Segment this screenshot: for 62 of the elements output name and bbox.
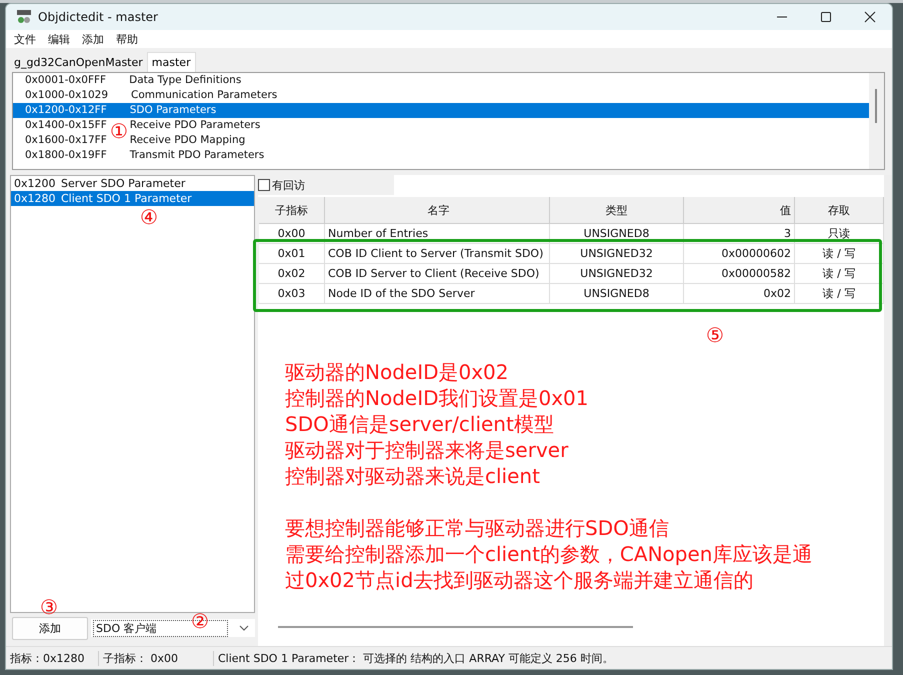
status-text: Client SDO 1 Parameter： 可选择的 结构的入口 ARRAY 可能定义 256 时间。 [217,650,614,666]
table-cell: 读 / 写 [795,244,884,264]
list-cell[interactable]: 0x1600-0x17FF [25,133,107,148]
column-header[interactable]: 类型 [550,197,684,224]
list-cell[interactable]: Receive PDO Parameters [130,118,869,133]
table-cell: 0x01 [259,244,325,264]
status-text: 指标：0x1280 [6,650,99,666]
circled-number: ④ [140,206,158,228]
scrollbar[interactable] [278,626,633,628]
table-cell: COB ID Client to Server (Transmit SDO) [325,244,550,264]
table-cell: 0x02 [259,264,325,284]
menu-item[interactable]: 编辑 [48,32,70,46]
list-cell[interactable]: Transmit PDO Parameters [130,148,869,163]
list-cell[interactable]: 0x1400-0x15FF [25,118,107,133]
note-line: 驱动器对于控制器来将是server [285,437,570,463]
close-icon[interactable] [864,11,876,23]
list-cell[interactable]: SDO Parameters [130,103,869,118]
list-item[interactable]: 0x1280 Client SDO 1 Parameter [11,191,254,206]
maximize-icon[interactable] [820,11,832,23]
note-line: SDO通信是server/client模型 [285,411,555,437]
note-line: 控制器对驱动器来说是client [285,463,541,489]
circled-number: ③ [40,596,58,618]
list-cell[interactable]: Receive PDO Mapping [130,133,869,148]
table-cell: 0x03 [259,284,325,304]
table-cell: UNSIGNED32 [550,264,684,284]
table-cell: UNSIGNED8 [550,284,684,304]
column-header[interactable]: 名字 [325,197,550,224]
list-cell[interactable]: Communication Parameters [131,88,869,103]
list-cell[interactable]: 0x1800-0x19FF [25,148,107,163]
list-cell[interactable]: 0x0001-0x0FFF [25,73,106,88]
table-cell: 读 / 写 [795,284,884,304]
chevron-down-icon [239,625,249,631]
app-logo-icon [16,9,32,25]
table-cell: COB ID Server to Client (Receive SDO) [325,264,550,284]
column-header[interactable]: 存取 [795,197,884,224]
status-text: 子指标： 0x00 [99,650,214,666]
note-line: 需要给控制器添加一个client的参数，CANopen库应该是通 [285,541,812,567]
menu-item[interactable]: 添加 [82,32,104,46]
window-title: Objdictedit - master [38,10,158,24]
column-header[interactable]: 子指标 [259,197,325,224]
add-button[interactable]: 添加 [12,616,88,640]
circled-number: ① [110,120,128,142]
menu-item[interactable]: 文件 [14,32,36,46]
list-cell[interactable]: 0x1000-0x1029 [25,88,108,103]
list-cell[interactable]: 0x1200-0x12FF [25,103,107,118]
circled-number: ⑤ [706,324,724,346]
note-line: 驱动器的NodeID是0x02 [285,359,510,385]
tab[interactable]: master [146,52,196,72]
note-line: 控制器的NodeID我们设置是0x01 [285,385,590,411]
table-cell: 0x02 [684,284,795,304]
menu-item[interactable]: 帮助 [116,32,138,46]
table-cell: 读 / 写 [795,264,884,284]
table-cell: Node ID of the SDO Server [325,284,550,304]
list-item[interactable]: 0x1200 Server SDO Parameter [11,176,254,191]
list-cell[interactable]: Data Type Definitions [129,73,869,88]
scrollbar[interactable] [869,73,884,169]
table-cell: 0x00000602 [684,244,795,264]
column-header[interactable]: 值 [684,197,795,224]
note-line: 要想控制器能够正常与驱动器进行SDO通信 [285,515,670,541]
table-cell: 0x00000582 [684,264,795,284]
table-cell: UNSIGNED32 [550,244,684,264]
note-line: 过0x02节点id去找到驱动器这个服务端并建立通信的 [285,567,754,593]
